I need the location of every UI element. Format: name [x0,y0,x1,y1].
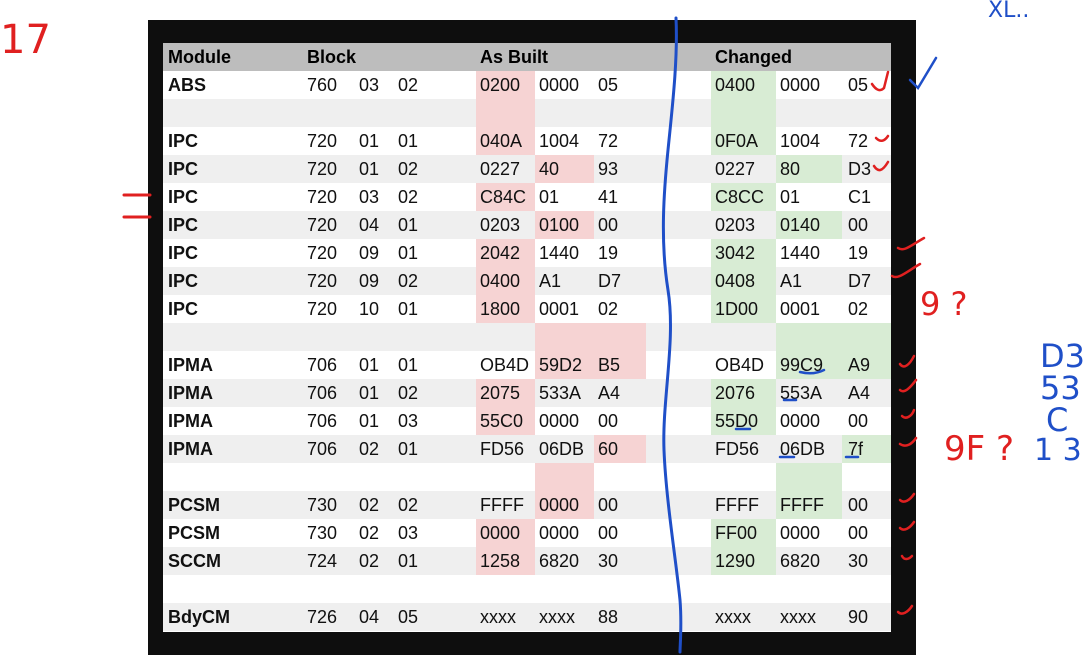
note-1-3: 1 3 [1034,433,1082,468]
red-check-mark [898,354,916,368]
blue-divider-line [661,16,683,654]
red-check-mark [898,520,916,531]
red-check-mark [900,408,916,419]
note-17: 17 [0,17,51,63]
handwritten-annotations [122,16,938,654]
blue-underline [798,368,826,375]
note-c: C [1046,401,1069,439]
red-check-mark [898,378,918,393]
red-check-mark [896,236,926,251]
note-9f-question: 9F ? [944,429,1015,469]
blue-check-mark [908,56,938,91]
red-check-mark [890,262,922,279]
red-check-mark [898,436,918,447]
red-check-mark [896,604,914,615]
red-check-mark [874,134,890,142]
note-d3: D3 [1040,337,1085,375]
note-9-question: 9 ? [920,285,968,323]
red-check-mark [872,160,890,172]
note-xl: XL.. [988,0,1030,23]
note-53: 53 [1040,369,1081,407]
red-check-mark [900,554,914,561]
red-check-mark [870,70,890,92]
red-check-mark [898,492,916,503]
